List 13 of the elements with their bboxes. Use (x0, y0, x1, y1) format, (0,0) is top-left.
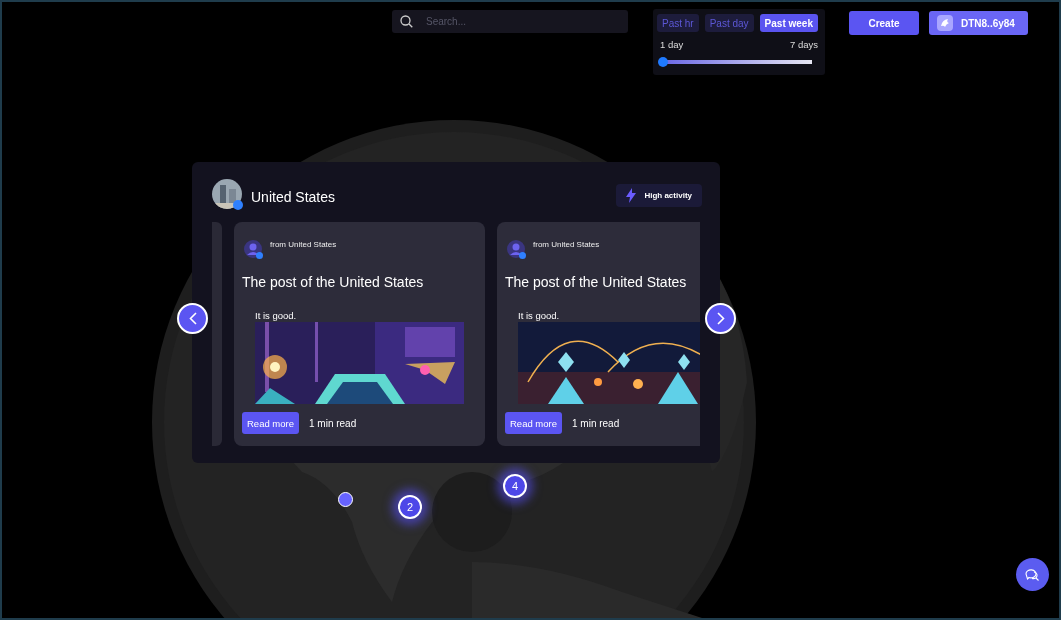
time-tab[interactable]: Past hr (657, 14, 699, 32)
create-button[interactable]: Create (849, 11, 919, 35)
chat-button[interactable] (1016, 558, 1049, 591)
wallet-button[interactable]: DTN8..6y84 (929, 11, 1028, 35)
wallet-logo-icon (937, 15, 953, 31)
time-tab[interactable]: Past day (704, 14, 754, 32)
range-max-label: 7 days (790, 39, 818, 50)
search-field[interactable]: Search... (392, 10, 628, 33)
slider-thumb[interactable] (658, 57, 668, 67)
search-icon (400, 15, 413, 28)
time-tab[interactable]: Past week (759, 14, 818, 32)
chat-icon (1025, 567, 1040, 582)
range-min-label: 1 day (660, 39, 684, 50)
